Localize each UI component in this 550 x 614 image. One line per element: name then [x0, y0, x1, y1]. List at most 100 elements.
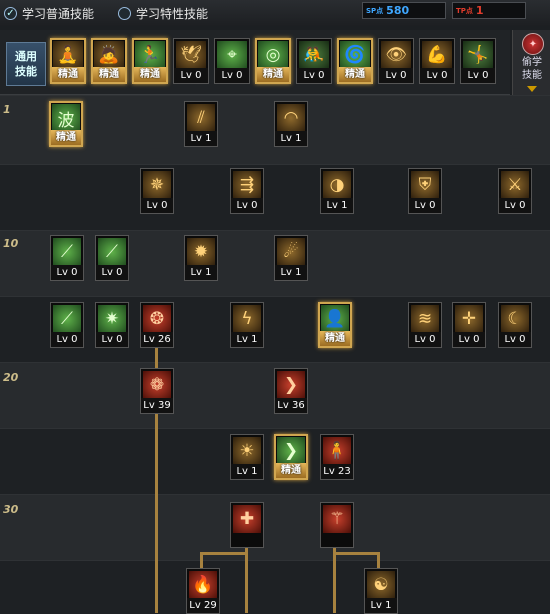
skill-level-label: Lv 0 — [409, 332, 441, 347]
skill-level-label: Lv 0 — [96, 265, 128, 280]
strength-icon: 💪 — [422, 41, 452, 69]
skill-slot[interactable]: ⛨ Lv 0 — [408, 168, 442, 214]
skill-slot[interactable]: ☄ Lv 1 — [274, 235, 308, 281]
skill-slot[interactable]: ϟ Lv 1 — [230, 302, 264, 348]
lightning-icon: ϟ — [233, 305, 261, 333]
skill-level-label: Lv 1 — [275, 131, 307, 146]
tree-band — [0, 560, 550, 614]
skill-level-label: Lv 0 — [174, 68, 208, 83]
sp-counter-label: SP点 — [366, 6, 384, 15]
skill-slot[interactable]: ⟋ Lv 0 — [50, 302, 84, 348]
check-icon: ✓ — [4, 6, 17, 20]
eagle-icon: ✵ — [143, 171, 171, 199]
level-marker: 30 — [3, 503, 19, 516]
skill-slot[interactable]: ❁ Lv 39 — [140, 368, 174, 414]
skill-slot[interactable]: 👤 精通 — [318, 302, 352, 348]
skill-level-label: Lv 0 — [96, 332, 128, 347]
shield-icon: ⛨ — [411, 171, 439, 199]
skill-slot[interactable]: ⫽ Lv 1 — [184, 101, 218, 147]
skill-level-label: Lv 26 — [141, 332, 173, 347]
warrior-icon: 🧍 — [323, 437, 351, 465]
skill-slot[interactable]: ◠ Lv 1 — [274, 101, 308, 147]
skill-level-label: Lv 1 — [185, 131, 217, 146]
sun-burst-icon: ☀ — [233, 437, 261, 465]
skill-slot[interactable]: 🤸 Lv 0 — [460, 38, 496, 84]
skill-slot[interactable]: ✵ Lv 0 — [140, 168, 174, 214]
skill-level-label: Lv 0 — [141, 198, 173, 213]
skill-level-label: 精通 — [93, 67, 125, 82]
skill-slot[interactable]: ☀ Lv 1 — [230, 434, 264, 480]
skill-slot[interactable]: 🌀 精通 — [337, 38, 373, 84]
skill-level-label: Lv 1 — [231, 332, 263, 347]
skill-slot[interactable]: ◎ 精通 — [255, 38, 291, 84]
skill-slot[interactable]: 🙇 精通 — [91, 38, 127, 84]
skill-slot[interactable]: ◑ Lv 1 — [320, 168, 354, 214]
skill-slot[interactable]: ✛ Lv 0 — [452, 302, 486, 348]
level-marker: 1 — [3, 103, 11, 116]
arrow-down-icon[interactable] — [527, 86, 537, 92]
skill-tree-connector — [333, 552, 380, 555]
skill-level-label: 精通 — [51, 130, 81, 145]
skill-slot[interactable]: 🤼 Lv 0 — [296, 38, 332, 84]
skill-level-label: Lv 0 — [231, 198, 263, 213]
skill-level-label: Lv 1 — [231, 464, 263, 479]
skill-level-label: Lv 0 — [51, 332, 83, 347]
tp-counter-value: 1 — [475, 4, 484, 17]
crosshair-icon: ⌖ — [217, 41, 247, 69]
skill-level-label: Lv 1 — [365, 598, 397, 613]
skill-slot[interactable]: ⚔ Lv 0 — [498, 168, 532, 214]
skill-level-label: Lv 0 — [379, 68, 413, 83]
skill-slot[interactable]: 波精通 — [49, 101, 83, 147]
skill-slot[interactable]: ✚ — [230, 502, 264, 548]
skill-slot[interactable]: ⚚ — [320, 502, 354, 548]
skill-slot[interactable]: ❂ Lv 26 — [140, 302, 174, 348]
skill-slot[interactable]: ☾ Lv 0 — [498, 302, 532, 348]
eye-icon: 👁 — [381, 41, 411, 69]
learn-trait-skills-radio[interactable]: 学习特性技能 — [118, 4, 208, 22]
head-sparkle-icon: 👤 — [321, 305, 349, 333]
impact-cross-icon: ✚ — [233, 505, 261, 533]
skill-level-label: 精通 — [320, 331, 350, 346]
skill-slot[interactable]: ⟋ Lv 0 — [95, 235, 129, 281]
skill-slot[interactable]: ⟋ Lv 0 — [50, 235, 84, 281]
skill-slot[interactable]: ☯ Lv 1 — [364, 568, 398, 614]
skill-slot[interactable]: ❯ 精通 — [274, 434, 308, 480]
skill-level-label: 精通 — [339, 67, 371, 82]
skill-level-label: 精通 — [134, 67, 166, 82]
sp-counter-value: 580 — [386, 4, 410, 17]
skill-slot[interactable]: 🧘 精通 — [50, 38, 86, 84]
steal-skills-panel[interactable]: ✦ 偷学 技能 — [512, 30, 550, 100]
skill-slot[interactable]: ❯ Lv 36 — [274, 368, 308, 414]
level-marker: 20 — [3, 371, 19, 384]
wave-icon: 波 — [52, 104, 80, 132]
skill-level-label: 精通 — [276, 463, 306, 478]
level-marker: 10 — [3, 237, 19, 250]
skill-slot[interactable]: ⇶ Lv 0 — [230, 168, 264, 214]
dash-icon: 🏃 — [135, 41, 165, 69]
tackle-icon: 🤼 — [299, 41, 329, 69]
skill-slot[interactable]: 💪 Lv 0 — [419, 38, 455, 84]
fire-icon: 🔥 — [189, 571, 217, 599]
cross-spark-icon: ✛ — [455, 305, 483, 333]
blade-thrust-icon: ⟋ — [53, 238, 81, 266]
crescent-icon: ☾ — [501, 305, 529, 333]
spark-icon: ✷ — [98, 305, 126, 333]
skill-slot[interactable]: 🔥 Lv 29 — [186, 568, 220, 614]
skill-slot[interactable]: 🏃 精通 — [132, 38, 168, 84]
skill-slot[interactable]: 🕊 Lv 0 — [173, 38, 209, 84]
skill-slot[interactable]: ✹ Lv 1 — [184, 235, 218, 281]
skill-level-label: Lv 29 — [187, 598, 219, 613]
learn-normal-skills-radio[interactable]: ✓ 学习普通技能 — [4, 4, 94, 22]
skill-slot[interactable]: ✷ Lv 0 — [95, 302, 129, 348]
skill-level-label: Lv 0 — [420, 68, 454, 83]
learn-trait-skills-label: 学习特性技能 — [136, 6, 209, 21]
skill-slot[interactable]: ≋ Lv 0 — [408, 302, 442, 348]
meditate-icon: 🧘 — [53, 41, 83, 69]
skill-slot[interactable]: 🧍 Lv 23 — [320, 434, 354, 480]
skill-level-label: 精通 — [257, 67, 289, 82]
skill-level-label: 精通 — [52, 67, 84, 82]
skill-slot[interactable]: 👁 Lv 0 — [378, 38, 414, 84]
radio-circle-icon — [118, 6, 131, 20]
skill-slot[interactable]: ⌖ Lv 0 — [214, 38, 250, 84]
sweep-slash-icon: ◠ — [277, 104, 305, 132]
